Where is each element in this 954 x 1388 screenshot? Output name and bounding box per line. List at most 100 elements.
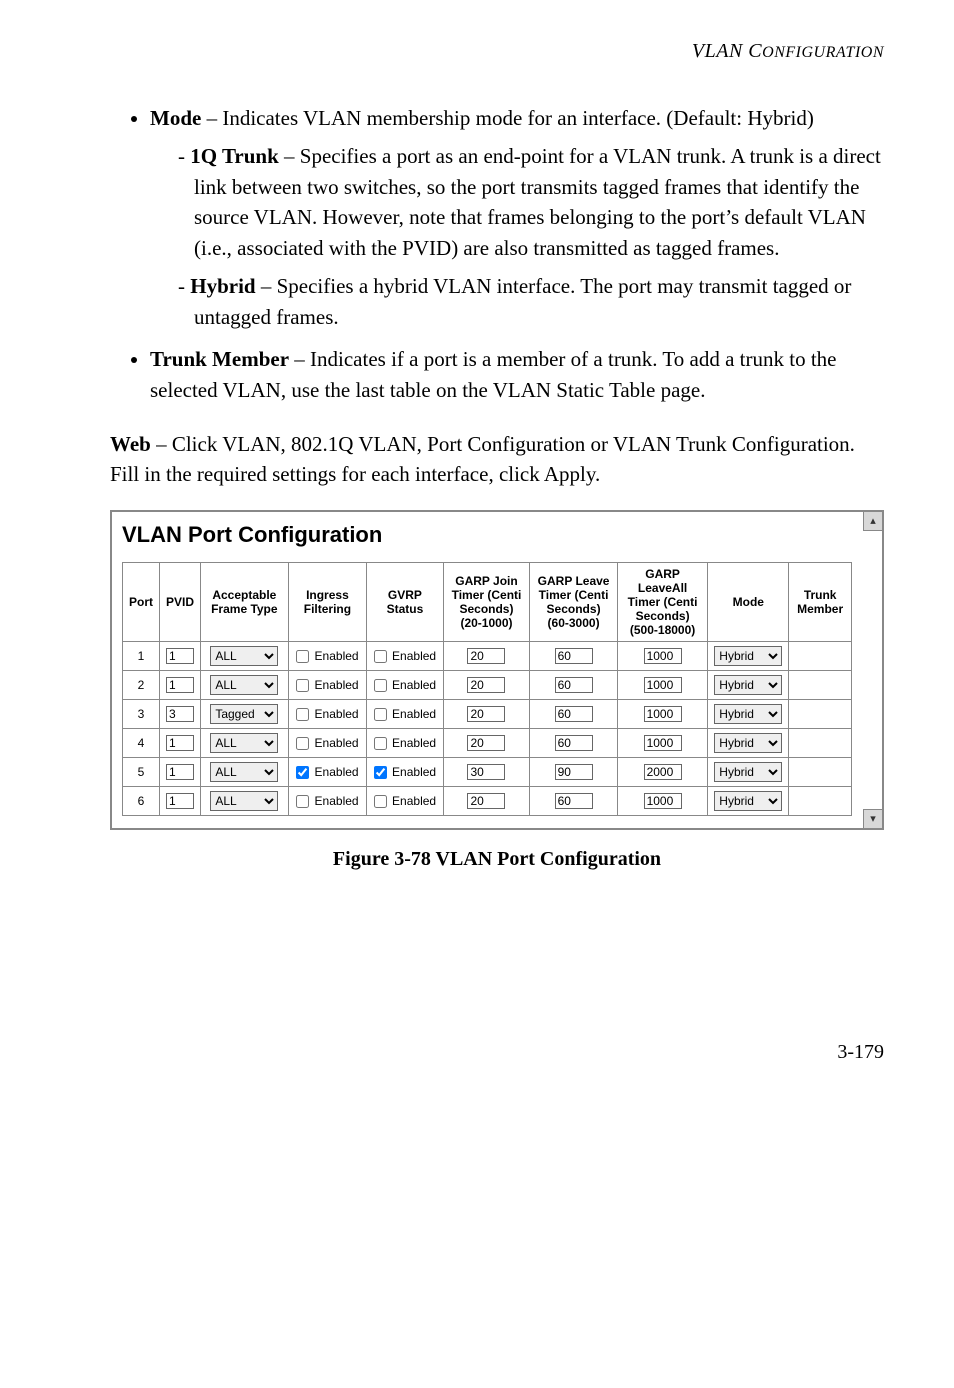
mode-select[interactable]: Hybrid bbox=[714, 704, 782, 724]
mode-select[interactable]: Hybrid bbox=[714, 733, 782, 753]
cell-mode: Hybrid bbox=[708, 757, 789, 786]
cell-leave bbox=[530, 699, 618, 728]
bullet-trunk-member: Trunk Member – Indicates if a port is a … bbox=[150, 344, 884, 405]
gvrp-checkbox[interactable] bbox=[374, 795, 387, 808]
cell-aft: ALL bbox=[201, 786, 289, 815]
aft-select[interactable]: ALL bbox=[210, 762, 278, 782]
table-row: 1ALL Enabled EnabledHybrid bbox=[123, 641, 852, 670]
scroll-down-icon[interactable]: ▾ bbox=[863, 809, 882, 828]
web-paragraph: Web – Click VLAN, 802.1Q VLAN, Port Conf… bbox=[110, 429, 884, 490]
gvrp-label: Enabled bbox=[389, 736, 436, 750]
gvrp-checkbox[interactable] bbox=[374, 650, 387, 663]
pvid-input[interactable] bbox=[166, 706, 194, 722]
bullet-trunk-member-label: Trunk Member bbox=[150, 347, 289, 371]
table-row: 3Tagged Enabled EnabledHybrid bbox=[123, 699, 852, 728]
gvrp-checkbox[interactable] bbox=[374, 708, 387, 721]
leaveall-input[interactable] bbox=[644, 677, 682, 693]
cell-leaveall bbox=[617, 699, 707, 728]
pvid-input[interactable] bbox=[166, 677, 194, 693]
aft-select[interactable]: Tagged bbox=[210, 704, 278, 724]
aft-select[interactable]: ALL bbox=[210, 733, 278, 753]
cell-aft: ALL bbox=[201, 670, 289, 699]
leave-input[interactable] bbox=[555, 648, 593, 664]
scroll-up-icon[interactable]: ▴ bbox=[863, 512, 882, 531]
cell-pvid bbox=[160, 670, 201, 699]
cell-trunk bbox=[789, 786, 852, 815]
gvrp-checkbox[interactable] bbox=[374, 766, 387, 779]
pvid-input[interactable] bbox=[166, 648, 194, 664]
pvid-input[interactable] bbox=[166, 764, 194, 780]
cell-aft: ALL bbox=[201, 757, 289, 786]
bullet-mode-sublist: 1Q Trunk – Specifies a port as an end-po… bbox=[150, 141, 884, 332]
gvrp-label: Enabled bbox=[389, 678, 436, 692]
cell-aft: ALL bbox=[201, 641, 289, 670]
aft-select[interactable]: ALL bbox=[210, 675, 278, 695]
leaveall-input[interactable] bbox=[644, 764, 682, 780]
cell-ingress: Enabled bbox=[288, 786, 367, 815]
ingress-checkbox[interactable] bbox=[296, 766, 309, 779]
leave-input[interactable] bbox=[555, 793, 593, 809]
pvid-input[interactable] bbox=[166, 735, 194, 751]
ingress-checkbox[interactable] bbox=[296, 708, 309, 721]
gvrp-checkbox[interactable] bbox=[374, 737, 387, 750]
cell-port: 2 bbox=[123, 670, 160, 699]
cell-trunk bbox=[789, 699, 852, 728]
aft-select[interactable]: ALL bbox=[210, 646, 278, 666]
col-gvrp: GVRP Status bbox=[367, 562, 444, 641]
leave-input[interactable] bbox=[555, 706, 593, 722]
leaveall-input[interactable] bbox=[644, 648, 682, 664]
cell-leaveall bbox=[617, 728, 707, 757]
aft-select[interactable]: ALL bbox=[210, 791, 278, 811]
cell-port: 3 bbox=[123, 699, 160, 728]
mode-select[interactable]: Hybrid bbox=[714, 791, 782, 811]
cell-join bbox=[443, 699, 530, 728]
pvid-input[interactable] bbox=[166, 793, 194, 809]
ingress-checkbox[interactable] bbox=[296, 795, 309, 808]
join-input[interactable] bbox=[467, 648, 505, 664]
ingress-checkbox[interactable] bbox=[296, 737, 309, 750]
cell-leave bbox=[530, 757, 618, 786]
mode-select[interactable]: Hybrid bbox=[714, 646, 782, 666]
cell-port: 5 bbox=[123, 757, 160, 786]
bullet-hybrid: Hybrid – Specifies a hybrid VLAN interfa… bbox=[178, 271, 884, 332]
ingress-checkbox[interactable] bbox=[296, 650, 309, 663]
leaveall-input[interactable] bbox=[644, 735, 682, 751]
gvrp-checkbox[interactable] bbox=[374, 679, 387, 692]
cell-join bbox=[443, 757, 530, 786]
bullet-1q-trunk-text: – Specifies a port as an end-point for a… bbox=[194, 144, 881, 259]
bullet-hybrid-text: – Specifies a hybrid VLAN interface. The… bbox=[194, 274, 851, 328]
leave-input[interactable] bbox=[555, 735, 593, 751]
cell-mode: Hybrid bbox=[708, 728, 789, 757]
mode-select[interactable]: Hybrid bbox=[714, 675, 782, 695]
ingress-label: Enabled bbox=[311, 765, 358, 779]
ingress-label: Enabled bbox=[311, 678, 358, 692]
table-row: 2 ALL Enabled Enabled Hybrid bbox=[123, 670, 852, 699]
cell-pvid bbox=[160, 641, 201, 670]
bullet-mode-label: Mode bbox=[150, 106, 201, 130]
join-input[interactable] bbox=[467, 735, 505, 751]
mode-select[interactable]: Hybrid bbox=[714, 762, 782, 782]
cell-gvrp: Enabled bbox=[367, 757, 444, 786]
ingress-checkbox[interactable] bbox=[296, 679, 309, 692]
table-row: 5 ALL Enabled Enabled Hybrid bbox=[123, 757, 852, 786]
leaveall-input[interactable] bbox=[644, 793, 682, 809]
leave-input[interactable] bbox=[555, 677, 593, 693]
cell-leaveall bbox=[617, 757, 707, 786]
join-input[interactable] bbox=[467, 793, 505, 809]
cell-pvid bbox=[160, 728, 201, 757]
join-input[interactable] bbox=[467, 764, 505, 780]
leaveall-input[interactable] bbox=[644, 706, 682, 722]
cell-leave bbox=[530, 786, 618, 815]
cell-leaveall bbox=[617, 641, 707, 670]
figure-container: ▴ VLAN Port Configuration Port PVID Acce… bbox=[110, 510, 884, 830]
web-label: Web bbox=[110, 432, 151, 456]
cell-port: 4 bbox=[123, 728, 160, 757]
cell-pvid bbox=[160, 786, 201, 815]
join-input[interactable] bbox=[467, 677, 505, 693]
cell-trunk bbox=[789, 728, 852, 757]
bullet-1q-trunk-label: 1Q Trunk bbox=[190, 144, 279, 168]
cell-mode: Hybrid bbox=[708, 786, 789, 815]
join-input[interactable] bbox=[467, 706, 505, 722]
cell-ingress: Enabled bbox=[288, 699, 367, 728]
leave-input[interactable] bbox=[555, 764, 593, 780]
